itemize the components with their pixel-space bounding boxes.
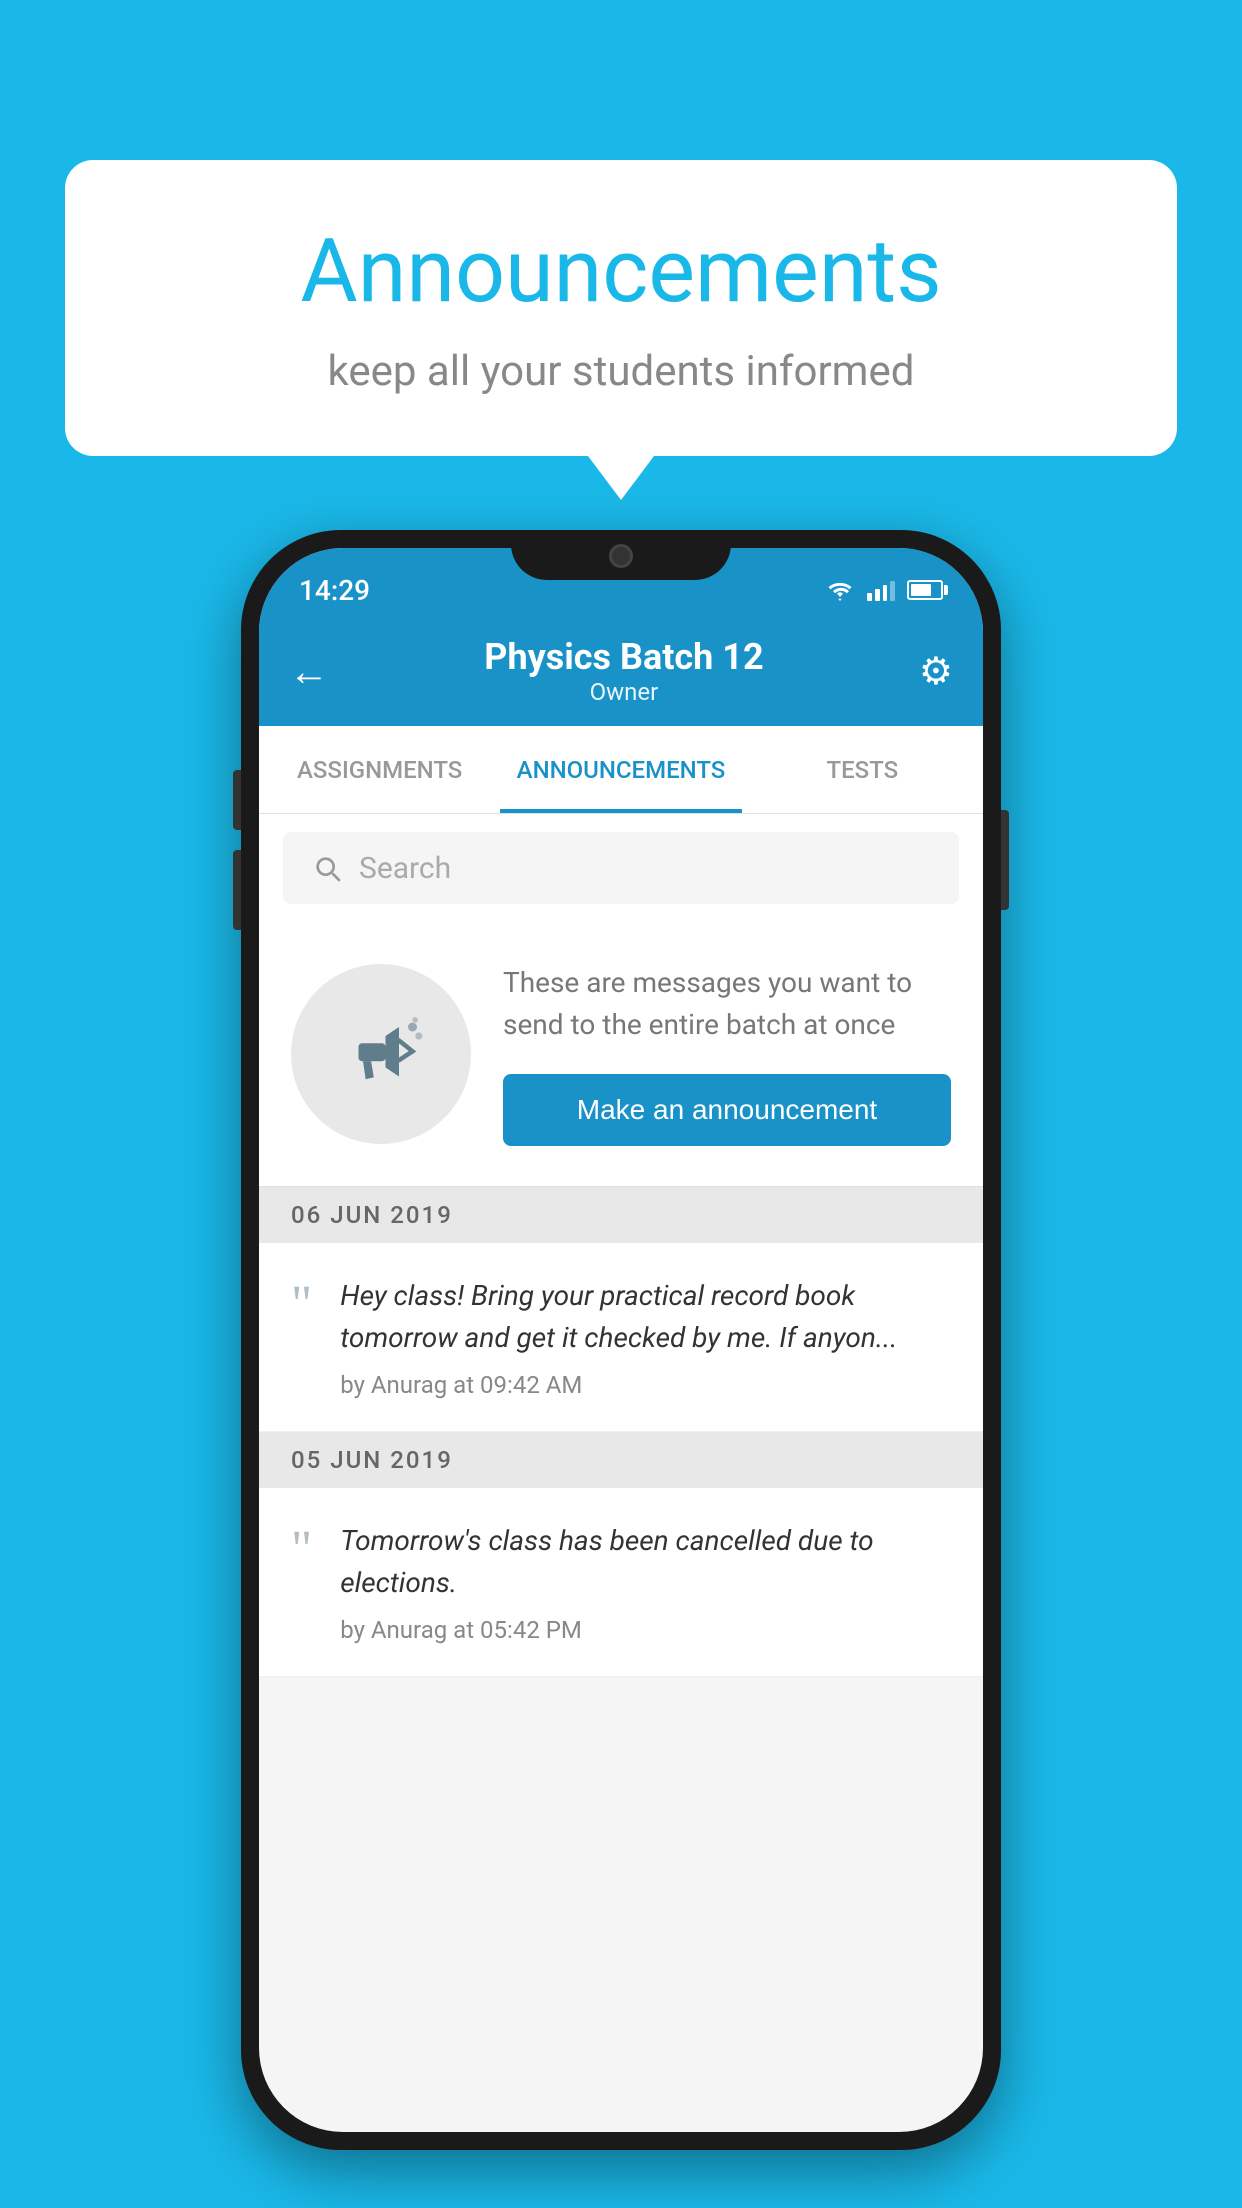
announcement-icon-circle bbox=[291, 964, 471, 1144]
volume-down-button bbox=[233, 850, 241, 930]
speech-bubble-area: Announcements keep all your students inf… bbox=[65, 160, 1177, 456]
volume-up-button bbox=[233, 770, 241, 830]
search-bar[interactable]: Search bbox=[283, 832, 959, 904]
speech-bubble-subtitle: keep all your students informed bbox=[145, 347, 1097, 396]
announcement-content-2: Tomorrow's class has been cancelled due … bbox=[340, 1520, 951, 1644]
back-button[interactable]: ← bbox=[289, 648, 329, 695]
phone-device: 14:29 bbox=[241, 530, 1001, 2150]
tab-announcements[interactable]: ANNOUNCEMENTS bbox=[500, 726, 741, 813]
signal-icon bbox=[867, 579, 895, 601]
date-divider-1: 06 JUN 2019 bbox=[259, 1187, 983, 1243]
phone-screen: 14:29 bbox=[259, 548, 983, 2132]
announcement-meta-1: by Anurag at 09:42 AM bbox=[340, 1371, 951, 1399]
announcement-prompt-content: These are messages you want to send to t… bbox=[503, 962, 951, 1146]
status-time: 14:29 bbox=[299, 574, 370, 607]
status-icons bbox=[825, 579, 943, 601]
tab-assignments[interactable]: ASSIGNMENTS bbox=[259, 726, 500, 813]
power-button bbox=[1001, 810, 1009, 910]
quote-icon-1: " bbox=[291, 1279, 312, 1331]
content-area: Search bbox=[259, 814, 983, 1677]
speech-bubble-title: Announcements bbox=[145, 220, 1097, 323]
phone-outer-shell: 14:29 bbox=[241, 530, 1001, 2150]
date-divider-2: 05 JUN 2019 bbox=[259, 1432, 983, 1488]
announcement-text-1: Hey class! Bring your practical record b… bbox=[340, 1275, 951, 1359]
settings-icon[interactable]: ⚙ bbox=[919, 649, 953, 694]
announcement-prompt-text: These are messages you want to send to t… bbox=[503, 962, 951, 1046]
date-label-2: 05 JUN 2019 bbox=[291, 1446, 453, 1474]
phone-notch bbox=[511, 530, 731, 580]
app-bar-subtitle: Owner bbox=[329, 678, 919, 706]
app-bar-title-container: Physics Batch 12 Owner bbox=[329, 636, 919, 706]
app-bar-title: Physics Batch 12 bbox=[329, 636, 919, 678]
announcement-content-1: Hey class! Bring your practical record b… bbox=[340, 1275, 951, 1399]
search-placeholder: Search bbox=[359, 851, 451, 886]
megaphone-icon bbox=[336, 1009, 426, 1099]
tab-tests[interactable]: TESTS bbox=[742, 726, 983, 813]
announcement-meta-2: by Anurag at 05:42 PM bbox=[340, 1616, 951, 1644]
announcement-item-2: " Tomorrow's class has been cancelled du… bbox=[259, 1488, 983, 1677]
tabs-bar: ASSIGNMENTS ANNOUNCEMENTS TESTS bbox=[259, 726, 983, 814]
quote-icon-2: " bbox=[291, 1524, 312, 1576]
announcement-prompt: These are messages you want to send to t… bbox=[259, 922, 983, 1187]
announcement-text-2: Tomorrow's class has been cancelled due … bbox=[340, 1520, 951, 1604]
search-container: Search bbox=[259, 814, 983, 922]
date-label-1: 06 JUN 2019 bbox=[291, 1201, 453, 1229]
battery-icon bbox=[907, 580, 943, 600]
make-announcement-button[interactable]: Make an announcement bbox=[503, 1074, 951, 1146]
app-bar: ← Physics Batch 12 Owner ⚙ bbox=[259, 616, 983, 726]
front-camera bbox=[609, 544, 633, 568]
wifi-icon bbox=[825, 579, 855, 601]
speech-bubble: Announcements keep all your students inf… bbox=[65, 160, 1177, 456]
announcement-item-1: " Hey class! Bring your practical record… bbox=[259, 1243, 983, 1432]
search-icon bbox=[311, 852, 343, 884]
